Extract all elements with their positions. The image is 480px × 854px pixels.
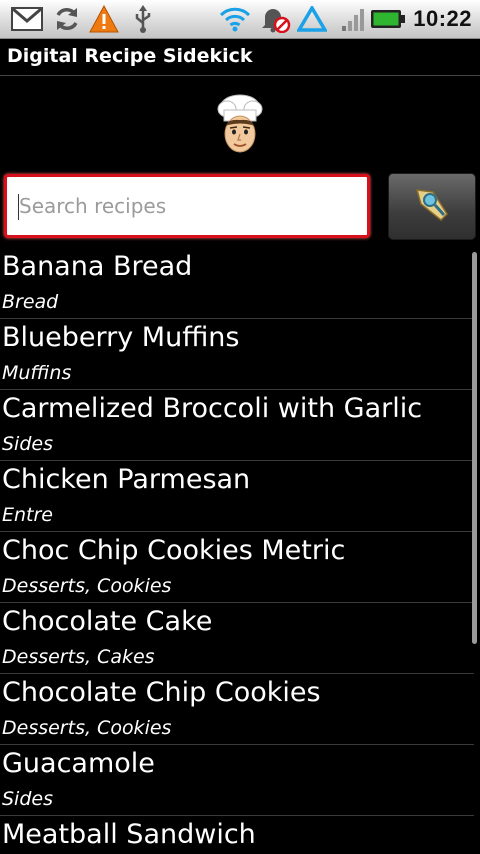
- usb-icon: [132, 5, 154, 33]
- recipe-category: Desserts, Cookies: [2, 717, 172, 739]
- recipe-category: Bread: [2, 291, 59, 313]
- recipe-name: Chicken Parmesan: [2, 464, 251, 495]
- recipe-category: Desserts, Cakes: [2, 646, 155, 668]
- recipe-name: Carmelized Broccoli with Garlic: [2, 393, 423, 424]
- search-input[interactable]: Search recipes: [4, 174, 370, 238]
- recipe-category: Muffins: [2, 362, 72, 384]
- recipe-name: Banana Bread: [2, 251, 193, 282]
- list-item[interactable]: Chicken Parmesan Entre: [0, 461, 474, 532]
- recipe-name: Chocolate Cake: [2, 606, 213, 637]
- recipe-category: Sides: [2, 788, 53, 810]
- wifi-icon: [218, 5, 252, 33]
- search-icon: [411, 184, 453, 230]
- warning-icon: [88, 5, 120, 33]
- sync-icon: [52, 5, 82, 33]
- battery-icon: [370, 5, 406, 33]
- search-placeholder: Search recipes: [19, 194, 167, 218]
- list-item[interactable]: Carmelized Broccoli with Garlic Sides: [0, 390, 474, 461]
- recipe-name: Blueberry Muffins: [2, 322, 240, 353]
- list-item[interactable]: Banana Bread Bread: [0, 248, 474, 319]
- list-item[interactable]: Guacamole Sides: [0, 745, 474, 816]
- title-bar: Digital Recipe Sidekick: [0, 39, 480, 76]
- recipe-name: Meatball Sandwich: [2, 819, 256, 850]
- chef-logo: [213, 92, 267, 158]
- recipe-category: Desserts, Cookies: [2, 575, 172, 597]
- recipe-category: Entre: [2, 504, 53, 526]
- list-item[interactable]: Blueberry Muffins Muffins: [0, 319, 474, 390]
- alarm-muted-icon: [258, 5, 292, 33]
- recipe-name: Chocolate Chip Cookies: [2, 677, 321, 708]
- search-button[interactable]: [388, 173, 476, 240]
- list-scrollbar[interactable]: [472, 252, 477, 644]
- recipe-category: Sides: [2, 433, 53, 455]
- recipe-list[interactable]: Banana Bread Bread Blueberry Muffins Muf…: [0, 248, 474, 854]
- data-triangle-icon: [296, 5, 328, 33]
- gmail-icon: [10, 5, 44, 33]
- status-time: 10:22: [413, 6, 472, 31]
- list-item[interactable]: Chocolate Cake Desserts, Cakes: [0, 603, 474, 674]
- recipe-name: Guacamole: [2, 748, 155, 779]
- signal-icon: [340, 5, 366, 33]
- status-bar: 10:22: [0, 0, 480, 39]
- recipe-name: Choc Chip Cookies Metric: [2, 535, 346, 566]
- list-item[interactable]: Meatball Sandwich: [0, 816, 474, 854]
- list-item[interactable]: Choc Chip Cookies Metric Desserts, Cooki…: [0, 532, 474, 603]
- app-title: Digital Recipe Sidekick: [7, 45, 253, 67]
- list-item[interactable]: Chocolate Chip Cookies Desserts, Cookies: [0, 674, 474, 745]
